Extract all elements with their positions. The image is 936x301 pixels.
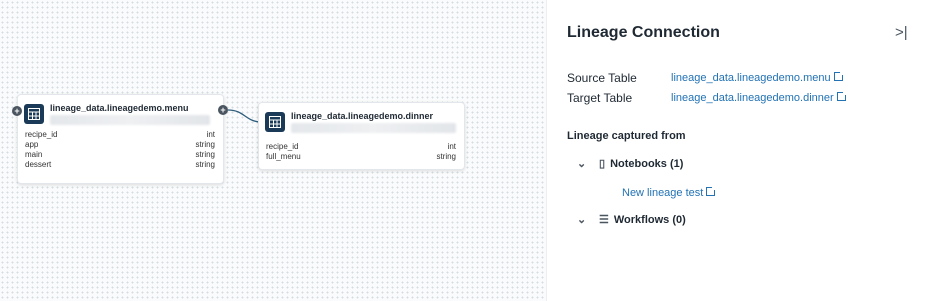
lineage-graph-canvas[interactable]: lineage_data.lineagedemo.menu recipe_id … — [0, 0, 546, 301]
column-row: main string — [25, 151, 215, 159]
column-type: int — [447, 142, 456, 151]
column-name: full_menu — [266, 152, 301, 161]
column-type: string — [195, 160, 215, 169]
column-type: string — [195, 150, 215, 159]
source-table-link-text: lineage_data.lineagedemo.menu — [671, 72, 831, 84]
target-node-title: lineage_data.lineagedemo.dinner — [291, 111, 434, 121]
column-name: recipe_id — [266, 142, 299, 151]
column-row: recipe_id int — [266, 143, 456, 151]
column-name: app — [25, 140, 39, 149]
table-icon — [265, 112, 285, 132]
notebooks-group-toggle[interactable]: ⌄ ▯ Notebooks (1) — [577, 157, 684, 171]
workflows-icon: ☰ — [599, 214, 609, 226]
column-row: full_menu string — [266, 153, 456, 161]
target-table-node[interactable]: lineage_data.lineagedemo.dinner recipe_i… — [258, 102, 465, 170]
column-row: dessert string — [25, 161, 215, 169]
notebooks-group-label: Notebooks (1) — [610, 157, 684, 170]
source-table-link[interactable]: lineage_data.lineagedemo.menu — [671, 71, 844, 84]
source-node-title: lineage_data.lineagedemo.menu — [50, 103, 189, 113]
column-name: dessert — [25, 160, 52, 169]
target-table-label: Target Table — [567, 91, 633, 105]
expand-downstream-icon[interactable]: + — [218, 105, 228, 115]
target-node-redacted-path — [291, 123, 456, 133]
notebook-link-text: New lineage test — [622, 187, 704, 199]
notebook-icon: ▯ — [599, 158, 606, 170]
external-link-icon — [706, 186, 717, 196]
panel-title: Lineage Connection — [567, 24, 720, 41]
column-row: recipe_id int — [25, 131, 215, 139]
notebook-link[interactable]: New lineage test — [622, 186, 717, 199]
chevron-down-icon: ⌄ — [577, 214, 587, 226]
lineage-connection-panel: Lineage Connection >| Source Table linea… — [546, 0, 936, 301]
external-link-icon — [836, 91, 847, 101]
table-icon — [24, 104, 44, 124]
lineage-captured-heading: Lineage captured from — [567, 130, 686, 142]
collapse-panel-icon[interactable]: >| — [895, 24, 908, 41]
source-node-redacted-path — [50, 115, 210, 125]
external-link-icon — [833, 71, 844, 81]
workflows-group-label: Workflows (0) — [613, 213, 686, 226]
column-name: main — [25, 150, 43, 159]
target-table-link-text: lineage_data.lineagedemo.dinner — [671, 92, 834, 104]
workflows-group-toggle[interactable]: ⌄ ☰ Workflows (0) — [577, 213, 686, 227]
column-name: recipe_id — [25, 130, 58, 139]
source-table-node[interactable]: lineage_data.lineagedemo.menu recipe_id … — [17, 94, 224, 184]
column-type: string — [436, 152, 456, 161]
target-table-link[interactable]: lineage_data.lineagedemo.dinner — [671, 91, 847, 104]
column-row: app string — [25, 141, 215, 149]
column-type: string — [195, 140, 215, 149]
source-table-label: Source Table — [567, 71, 637, 85]
expand-upstream-icon[interactable]: + — [12, 106, 22, 116]
column-type: int — [206, 130, 215, 139]
chevron-down-icon: ⌄ — [577, 158, 587, 170]
